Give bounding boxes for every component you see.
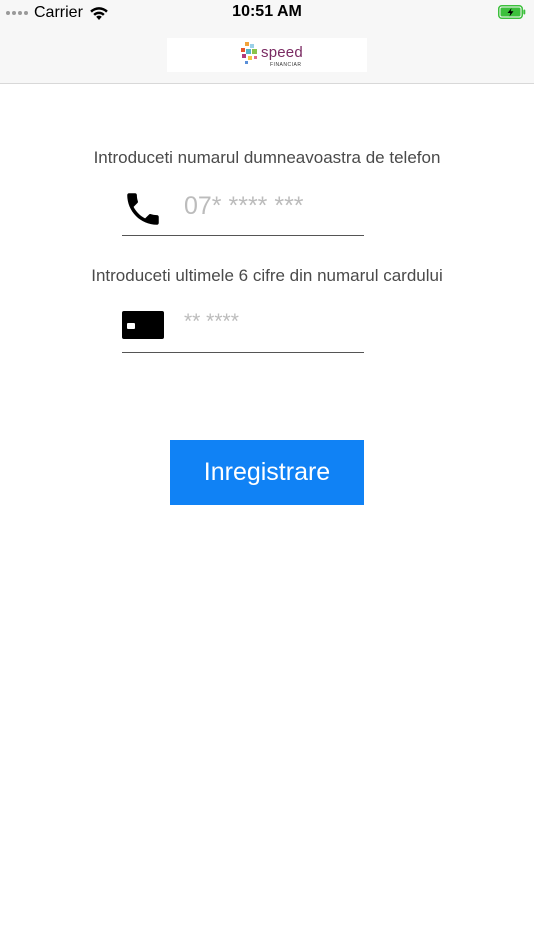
phone-field[interactable] (122, 184, 366, 236)
phone-label: Introduceti numarul dumneavoastra de tel… (93, 148, 441, 167)
phone-icon (122, 188, 164, 235)
register-button[interactable]: Inregistrare (170, 440, 364, 505)
logo-text: speed (261, 44, 303, 61)
nav-header: speed FINANCIAR (0, 26, 534, 84)
logo-subtext: FINANCIAR (270, 62, 302, 68)
battery-icon (498, 5, 526, 19)
card-input[interactable] (182, 308, 366, 336)
phone-input[interactable] (182, 190, 366, 222)
status-bar: Carrier 10:51 AM (0, 0, 534, 26)
card-field[interactable] (122, 306, 366, 353)
card-label: Introduceti ultimele 6 cifre din numarul… (91, 266, 443, 285)
status-time: 10:51 AM (232, 3, 302, 20)
app-logo: speed FINANCIAR (167, 38, 367, 72)
logo-mark-icon (241, 42, 257, 64)
credit-card-icon (122, 311, 164, 344)
